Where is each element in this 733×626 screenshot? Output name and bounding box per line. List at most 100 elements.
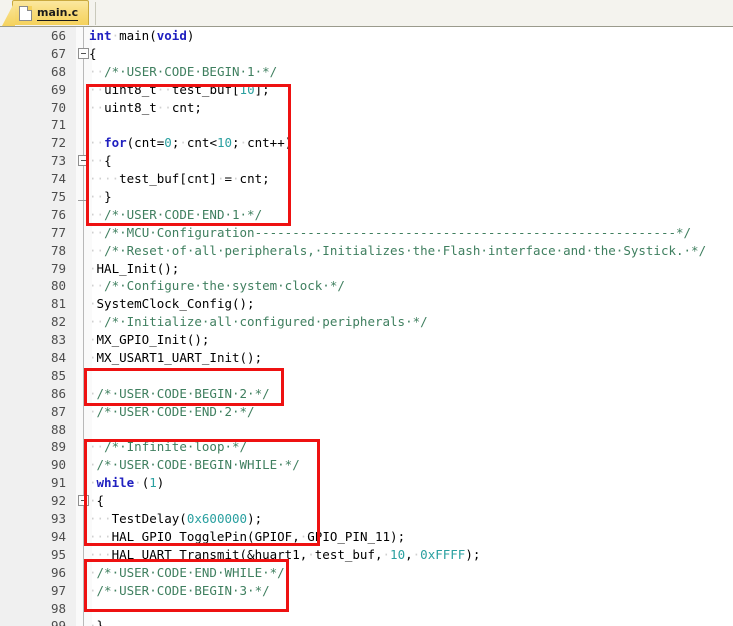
token-pl: {	[96, 493, 105, 509]
code-line[interactable]: 67 {	[0, 45, 733, 63]
code-line[interactable]: 81 ·SystemClock_Config();	[0, 295, 733, 313]
token-cm: /*·USER·CODE·BEGIN·1·*/	[104, 63, 278, 79]
line-number: 70	[50, 99, 66, 115]
code-line[interactable]: 72 ··for(cnt=0;·cnt<10;·cnt++)	[0, 134, 733, 152]
code-line[interactable]: 94 ···HAL_GPIO_TogglePin(GPIOF,·GPIO_PIN_…	[0, 528, 733, 546]
code-line[interactable]: 78 ··/*·Reset·of·all·peripherals,·Initial…	[0, 242, 733, 260]
code-line-text: ·{	[89, 492, 104, 510]
token-cm: /*·MCU·Configuration--------------------…	[104, 224, 692, 240]
token-dot: ·	[111, 28, 120, 43]
token-pl: uint8_t	[104, 81, 157, 97]
code-editor[interactable]: 66 int·main(void) 67{68 ··/*·USER·CODE·BEGI…	[0, 27, 733, 626]
code-line[interactable]: 85	[0, 367, 733, 385]
token-pl: ,	[405, 546, 413, 562]
token-cm: /*·USER·CODE·END·1·*/	[104, 206, 263, 222]
token-kw: void	[156, 28, 187, 43]
token-cm: /*·Initialize·all·configured·peripherals…	[104, 314, 428, 330]
code-line-text: ·/*·USER·CODE·BEGIN·2·*/	[89, 385, 270, 403]
code-line[interactable]: 79 ·HAL_Init();	[0, 260, 733, 278]
line-number: 87	[50, 403, 66, 419]
line-number: 91	[50, 475, 66, 491]
code-line[interactable]: 91 ·while·(1)	[0, 474, 733, 492]
code-line-text: ··/*·MCU·Configuration------------------…	[89, 224, 691, 242]
editor-tab-bar: main.c	[0, 0, 733, 27]
code-line[interactable]: 90 ·/*·USER·CODE·BEGIN·WHILE·*/	[0, 456, 733, 474]
fold-collapse-icon[interactable]	[78, 495, 89, 507]
line-number: 88	[50, 421, 66, 437]
code-line[interactable]: 77 ··/*·MCU·Configuration----------------…	[0, 224, 733, 242]
fold-collapse-icon[interactable]	[78, 47, 89, 59]
code-line[interactable]: 71	[0, 116, 733, 134]
code-line[interactable]: 68 ··/*·USER·CODE·BEGIN·1·*/	[0, 63, 733, 81]
token-pl: main	[119, 28, 150, 43]
line-number: 94	[50, 528, 66, 544]
token-dot: ·	[89, 296, 97, 312]
line-number: 76	[50, 206, 66, 222]
code-line[interactable]: 98	[0, 600, 733, 618]
line-number: 93	[50, 511, 66, 527]
line-number: 81	[50, 296, 66, 312]
code-line-text: ····test_buf[cnt]·=·cnt;	[89, 170, 270, 188]
line-number: 92	[50, 493, 66, 509]
tab-main-c[interactable]: main.c	[12, 0, 90, 25]
token-pl: {	[89, 45, 97, 61]
code-line-text: ···TestDelay(0x600000);	[89, 510, 262, 528]
token-pl: HAL_UART_Transmit(&huart1,	[111, 546, 308, 562]
token-pl: MX_GPIO_Init();	[96, 332, 210, 348]
code-line-text: ·/*·USER·CODE·BEGIN·3·*/	[89, 582, 270, 600]
token-dot: ··	[89, 242, 105, 258]
token-cm: /*·USER·CODE·END·WHILE·*/	[96, 564, 285, 580]
code-line[interactable]: 70 ··uint8_t··cnt;	[0, 99, 733, 117]
code-line-text: ··{	[89, 152, 112, 170]
code-line[interactable]: 97 ·/*·USER·CODE·BEGIN·3·*/	[0, 582, 733, 600]
token-pl: (	[149, 28, 157, 43]
token-dot: ···	[89, 546, 112, 562]
code-line[interactable]: 93 ···TestDelay(0x600000);	[0, 510, 733, 528]
line-number: 75	[50, 189, 66, 205]
token-pl: test_buf[	[171, 81, 240, 97]
code-line[interactable]: 69 ··uint8_t··test_buf[10];	[0, 81, 733, 99]
line-number: 84	[50, 350, 66, 366]
line-number: 71	[50, 117, 66, 133]
code-line[interactable]: 89 ··/*·Infinite·loop·*/	[0, 438, 733, 456]
code-line[interactable]: 86 ·/*·USER·CODE·BEGIN·2·*/	[0, 385, 733, 403]
code-line[interactable]: 76 ··/*·USER·CODE·END·1·*/	[0, 206, 733, 224]
token-dot: ·	[89, 385, 97, 401]
line-number: 79	[50, 260, 66, 276]
code-line[interactable]: 83 ·MX_GPIO_Init();	[0, 331, 733, 349]
code-line[interactable]: 80 ··/*·Configure·the·system·clock·*/	[0, 277, 733, 295]
code-line-text: ·HAL_Init();	[89, 260, 179, 278]
code-line-text: ··/*·USER·CODE·END·1·*/	[89, 206, 262, 224]
code-line[interactable]: 87 ·/*·USER·CODE·END·2·*/	[0, 403, 733, 421]
token-num: 0x600000	[186, 511, 248, 527]
token-dot: ··	[156, 81, 172, 97]
code-line[interactable]: 96 ·/*·USER·CODE·END·WHILE·*/	[0, 564, 733, 582]
token-pl: }	[104, 189, 112, 205]
code-line[interactable]: 74 ····test_buf[cnt]·=·cnt;	[0, 170, 733, 188]
token-dot: ·	[89, 350, 97, 366]
token-dot: ···	[89, 511, 112, 527]
line-number: 89	[50, 439, 66, 455]
token-cm: /*·USER·CODE·BEGIN·3·*/	[96, 582, 270, 598]
line-number: 86	[50, 385, 66, 401]
code-line-text: ··for(cnt=0;·cnt<10;·cnt++)	[89, 134, 292, 152]
code-line[interactable]: 92 ·{	[0, 492, 733, 510]
code-line[interactable]: 73 ··{	[0, 152, 733, 170]
token-dot: ··	[89, 189, 105, 205]
code-line[interactable]: 75 ··}	[0, 188, 733, 206]
code-line[interactable]: 82 ··/*·Initialize·all·configured·periphe…	[0, 313, 733, 331]
token-dot: ····	[89, 171, 120, 187]
token-dot: ··	[89, 153, 105, 169]
fold-collapse-icon[interactable]	[78, 155, 89, 167]
code-line-text: ··/*·Reset·of·all·peripherals,·Initializ…	[89, 242, 706, 260]
code-line[interactable]: 84 ·MX_USART1_UART_Init();	[0, 349, 733, 367]
token-dot: ·	[89, 475, 97, 491]
code-line[interactable]: 95 ···HAL_UART_Transmit(&huart1,·test_buf…	[0, 546, 733, 564]
token-dot: ··	[156, 99, 172, 115]
code-line[interactable]: 88	[0, 421, 733, 439]
token-pl: );	[465, 546, 481, 562]
code-line-text: ·/*·USER·CODE·END·WHILE·*/	[89, 564, 285, 582]
token-pl: ];	[254, 81, 270, 97]
code-line[interactable]: 66 int·main(void)	[0, 27, 733, 45]
code-content[interactable]: 66 int·main(void) 67{68 ··/*·USER·CODE·BEGI…	[0, 27, 733, 626]
